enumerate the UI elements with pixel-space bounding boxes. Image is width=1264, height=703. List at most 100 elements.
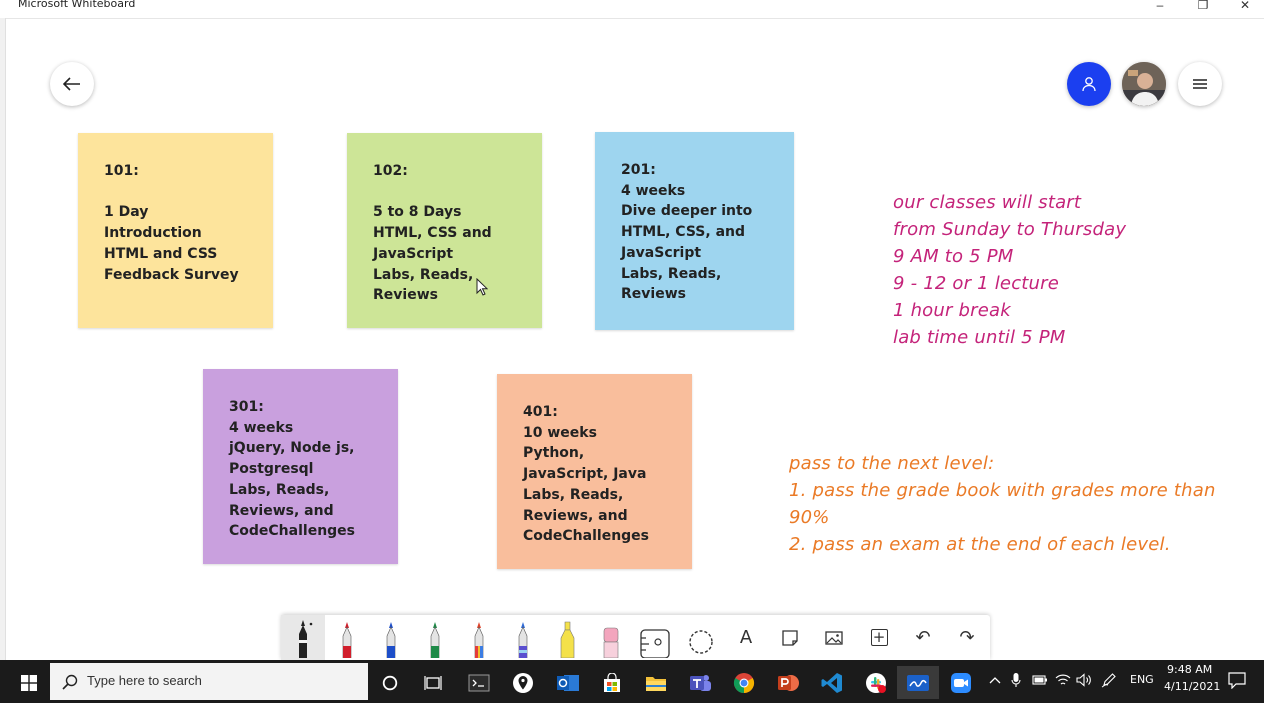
taskbar-vscode[interactable]	[811, 666, 853, 699]
green-pen-tool[interactable]	[413, 615, 457, 660]
black-pen-icon	[299, 619, 313, 658]
note-text: 102: 5 to 8 Days HTML, CSS and JavaScrip…	[373, 163, 492, 304]
pass-line: 2. pass an exam at the end of each level…	[789, 534, 1171, 555]
slack-icon	[866, 672, 886, 693]
title-bar: Microsoft Whiteboard – ❐ ✕	[0, 0, 1264, 19]
map-pin-icon	[513, 672, 533, 693]
arrow-left-icon	[63, 77, 80, 91]
outlook-icon	[557, 674, 579, 691]
ruler-tool[interactable]	[633, 615, 677, 660]
sticky-note-401[interactable]: 401: 10 weeks Python, JavaScript, Java L…	[497, 374, 692, 569]
taskbar-powerpoint[interactable]	[767, 666, 809, 699]
zoom-icon	[951, 672, 971, 693]
taskbar-terminal[interactable]	[458, 666, 500, 699]
windows-logo-icon	[21, 674, 37, 691]
close-button[interactable]: ✕	[1225, 0, 1264, 14]
blue-pen-tool[interactable]	[369, 615, 413, 660]
red-pen-icon	[342, 621, 352, 658]
lasso-icon	[689, 629, 713, 654]
sticky-note-102[interactable]: 102: 5 to 8 Days HTML, CSS and JavaScrip…	[347, 133, 542, 328]
galaxy-pen-icon	[518, 621, 528, 658]
person-icon	[1082, 77, 1096, 92]
window-left-edge	[0, 18, 6, 660]
mouse-cursor-icon	[476, 278, 488, 296]
battery-icon[interactable]	[1032, 674, 1048, 686]
start-button[interactable]	[8, 666, 50, 699]
back-button[interactable]	[50, 62, 94, 106]
schedule-line: 9 - 12 or 1 lecture	[893, 273, 1060, 294]
menu-button[interactable]	[1178, 62, 1222, 106]
cortana-button[interactable]	[369, 666, 411, 699]
teams-icon	[690, 674, 711, 691]
cortana-icon	[382, 675, 398, 690]
note-text: 101: 1 Day Introduction HTML and CSS Fee…	[104, 163, 239, 283]
eraser-icon	[603, 627, 619, 658]
text-tool[interactable]: A	[724, 615, 768, 660]
task-view-button[interactable]	[412, 666, 454, 699]
taskbar-store[interactable]	[591, 666, 633, 699]
sticky-note-101[interactable]: 101: 1 Day Introduction HTML and CSS Fee…	[78, 133, 273, 328]
rainbow-pen-icon	[474, 621, 484, 658]
notifications-icon[interactable]	[1228, 672, 1246, 689]
text-icon: A	[739, 627, 753, 648]
sticky-note-tool[interactable]	[768, 615, 812, 660]
invite-button[interactable]	[1067, 62, 1111, 106]
clock-time[interactable]: 9:48 AM	[1167, 663, 1212, 676]
taskbar-zoom[interactable]	[940, 666, 982, 699]
taskbar-teams[interactable]	[679, 666, 721, 699]
schedule-line: our classes will start	[893, 192, 1082, 213]
image-tool[interactable]	[812, 615, 856, 660]
note-text: 301: 4 weeks jQuery, Node js, Postgresql…	[229, 399, 356, 540]
powerpoint-icon	[778, 674, 799, 691]
black-pen-tool[interactable]	[281, 615, 325, 660]
sticky-note-icon	[782, 629, 798, 646]
redo-button[interactable]: ↷	[945, 615, 989, 660]
taskbar-chrome[interactable]	[723, 666, 765, 699]
redo-icon: ↷	[959, 627, 975, 648]
galaxy-pen-tool[interactable]	[501, 615, 545, 660]
eraser-tool[interactable]	[589, 615, 633, 660]
maximize-button[interactable]: ❐	[1183, 0, 1223, 14]
taskbar-outlook[interactable]	[547, 666, 589, 699]
chrome-icon	[733, 672, 755, 693]
image-icon	[825, 630, 843, 645]
search-icon	[62, 674, 78, 690]
pass-line: 1. pass the grade book with grades more …	[789, 480, 1216, 501]
rainbow-pen-tool[interactable]	[457, 615, 501, 660]
profile-photo-icon	[1122, 62, 1166, 106]
pass-line: 90%	[789, 507, 830, 528]
pen-workspace-icon[interactable]	[1101, 672, 1117, 688]
language-indicator[interactable]: ENG	[1130, 673, 1154, 686]
taskbar: Type here to search ENG 9:48 AM 4/11/202…	[0, 660, 1264, 703]
wifi-icon[interactable]	[1055, 673, 1071, 687]
taskbar-file-explorer[interactable]	[635, 666, 677, 699]
taskbar-slack[interactable]	[855, 666, 897, 699]
clock-date[interactable]: 4/11/2021	[1164, 680, 1220, 693]
ruler-icon	[640, 628, 670, 658]
terminal-icon	[468, 674, 490, 691]
pass-line: pass to the next level:	[789, 453, 995, 474]
chevron-up-icon[interactable]	[989, 675, 1001, 685]
undo-icon: ↶	[915, 627, 931, 648]
microphone-icon[interactable]	[1011, 672, 1021, 688]
sticky-note-201[interactable]: 201: 4 weeks Dive deeper into HTML, CSS,…	[595, 132, 794, 330]
vscode-icon	[821, 672, 842, 693]
highlighter-tool[interactable]	[545, 615, 589, 660]
minimize-button[interactable]: –	[1140, 0, 1180, 14]
search-placeholder: Type here to search	[87, 673, 202, 688]
schedule-line: from Sunday to Thursday	[893, 219, 1127, 240]
red-pen-tool[interactable]	[325, 615, 369, 660]
taskbar-maps[interactable]	[502, 666, 544, 699]
hamburger-icon	[1193, 79, 1207, 89]
sticky-note-301[interactable]: 301: 4 weeks jQuery, Node js, Postgresql…	[203, 369, 398, 564]
undo-button[interactable]: ↶	[901, 615, 945, 660]
lasso-tool[interactable]	[679, 615, 723, 660]
avatar[interactable]	[1122, 62, 1166, 106]
taskbar-search[interactable]: Type here to search	[50, 663, 368, 700]
taskbar-whiteboard[interactable]	[897, 666, 939, 699]
insert-tool[interactable]: +	[857, 615, 901, 660]
task-view-icon	[424, 675, 442, 690]
volume-icon[interactable]	[1076, 673, 1093, 687]
green-pen-icon	[430, 621, 440, 658]
schedule-line: lab time until 5 PM	[893, 327, 1066, 348]
